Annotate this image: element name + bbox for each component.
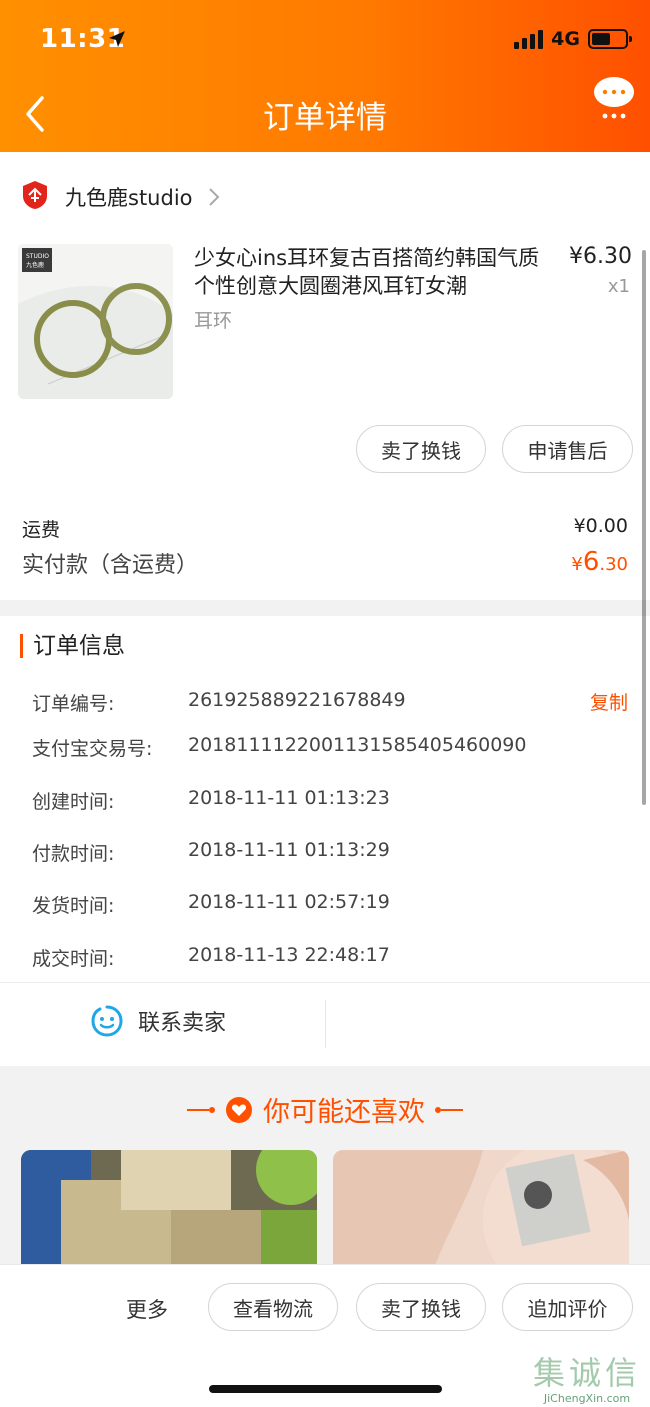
recommend-title-text: 你可能还喜欢 xyxy=(263,1097,425,1128)
header: 11:31 4G 订单详情 xyxy=(0,0,650,152)
svg-text:STUDIO: STUDIO xyxy=(26,253,49,260)
total-label: 实付款（含运费） xyxy=(22,553,199,578)
product-title[interactable]: 少女心ins耳环复古百搭简约韩国气质个性创意大圆圈港风耳钉女潮 xyxy=(194,244,554,300)
chevron-right-icon xyxy=(209,188,220,206)
chat-bubble-icon[interactable] xyxy=(592,76,636,120)
product-quantity: x1 xyxy=(607,276,630,297)
total-decimal: .30 xyxy=(599,554,628,575)
copy-button[interactable]: 复制 xyxy=(590,688,628,715)
shop-badge-icon xyxy=(23,181,47,209)
total-row: 实付款（含运费） ¥6.30 xyxy=(22,547,628,579)
network-type: 4G xyxy=(551,28,580,50)
product-price: ¥6.30 xyxy=(569,244,632,269)
divider xyxy=(325,1000,326,1048)
page-title: 订单详情 xyxy=(263,100,387,136)
status-icons: 4G xyxy=(514,28,632,50)
info-label: 订单编号: xyxy=(32,693,115,715)
sell-exchange-bottom-button[interactable]: 卖了换钱 xyxy=(356,1283,486,1331)
after-sale-button[interactable]: 申请售后 xyxy=(502,425,633,473)
svg-text:九色鹿: 九色鹿 xyxy=(26,261,44,269)
recommend-title: 你可能还喜欢 xyxy=(0,1090,650,1129)
total-currency: ¥ xyxy=(571,554,583,575)
total-integer: 6 xyxy=(582,547,600,577)
signal-icon xyxy=(514,29,544,49)
location-arrow-icon xyxy=(109,31,125,47)
section-gap xyxy=(0,600,650,616)
recommend-card[interactable] xyxy=(21,1150,317,1270)
contact-seller-label: 联系卖家 xyxy=(138,1011,227,1036)
watermark-domain: JiChengXin.com xyxy=(543,1392,631,1405)
watermark: 集诚信 JiChengXin.com xyxy=(528,1354,646,1405)
order-info-title: 订单信息 xyxy=(20,634,125,658)
view-logistics-button[interactable]: 查看物流 xyxy=(208,1283,338,1331)
info-value: 2018-11-11 01:13:23 xyxy=(188,787,390,809)
info-value: 2018111122001131585405460090 xyxy=(188,734,527,756)
watermark-text: 集诚信 xyxy=(532,1354,641,1392)
shipping-value: ¥0.00 xyxy=(573,515,628,537)
shipping-label: 运费 xyxy=(22,519,61,541)
recommend-card[interactable] xyxy=(333,1150,629,1270)
info-label: 创建时间: xyxy=(32,791,115,813)
smile-chat-icon xyxy=(91,1005,123,1037)
heart-icon xyxy=(226,1096,252,1123)
product-image[interactable]: STUDIO 九色鹿 xyxy=(18,244,173,399)
info-label: 支付宝交易号: xyxy=(32,738,153,760)
contact-seller-button[interactable]: 联系卖家 xyxy=(90,1004,226,1038)
total-value: ¥6.30 xyxy=(571,547,628,577)
seller-row[interactable]: 九色鹿studio xyxy=(0,164,650,228)
divider xyxy=(0,982,650,983)
info-value: 2018-11-11 02:57:19 xyxy=(188,891,390,913)
battery-icon xyxy=(588,29,632,49)
sell-exchange-button[interactable]: 卖了换钱 xyxy=(356,425,486,473)
info-label: 发货时间: xyxy=(32,895,115,917)
product-spec: 耳环 xyxy=(194,310,233,332)
title-ornament-left xyxy=(187,1106,215,1113)
shipping-row: 运费 ¥0.00 xyxy=(22,515,628,542)
seller-name[interactable]: 九色鹿studio xyxy=(65,182,193,212)
info-value: 261925889221678849 xyxy=(188,689,406,711)
more-button[interactable]: 更多 xyxy=(126,1294,168,1324)
title-ornament-right xyxy=(435,1106,463,1113)
home-indicator[interactable] xyxy=(209,1385,442,1393)
info-label: 付款时间: xyxy=(32,843,115,865)
info-label: 成交时间: xyxy=(32,948,115,970)
info-value: 2018-11-13 22:48:17 xyxy=(188,944,390,966)
scrollbar[interactable] xyxy=(642,250,646,805)
add-review-button[interactable]: 追加评价 xyxy=(502,1283,633,1331)
info-value: 2018-11-11 01:13:29 xyxy=(188,839,390,861)
